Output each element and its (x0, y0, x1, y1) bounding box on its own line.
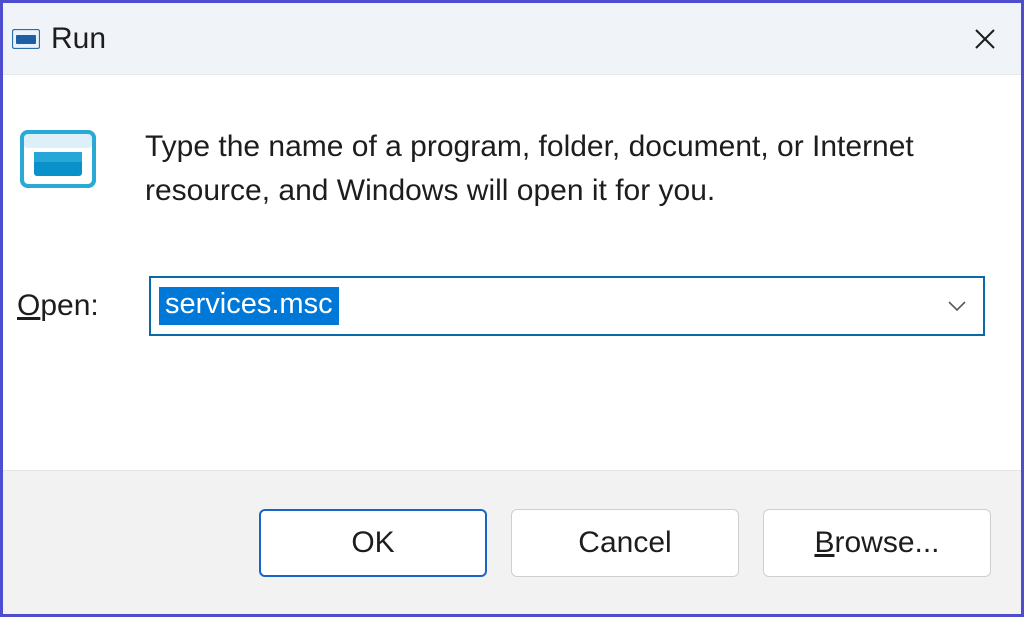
open-input-value[interactable]: services.msc (159, 287, 339, 325)
run-dialog: Run Type the name of a program, folder, … (0, 0, 1024, 617)
open-label: Open: (15, 289, 149, 323)
run-icon-small (11, 28, 41, 50)
ok-button-label: OK (351, 526, 394, 560)
open-row: Open: services.msc (15, 276, 985, 336)
description-row: Type the name of a program, folder, docu… (15, 125, 985, 212)
button-bar: OK Cancel Browse... (3, 470, 1021, 614)
browse-button[interactable]: Browse... (763, 509, 991, 577)
cancel-button[interactable]: Cancel (511, 509, 739, 577)
window-title: Run (51, 22, 961, 56)
ok-button[interactable]: OK (259, 509, 487, 577)
content-area: Type the name of a program, folder, docu… (3, 75, 1021, 470)
browse-button-label: Browse... (814, 526, 939, 560)
chevron-down-icon[interactable] (943, 292, 971, 320)
run-icon-large (19, 127, 97, 191)
close-icon (974, 28, 996, 50)
open-combobox[interactable]: services.msc (149, 276, 985, 336)
description-text: Type the name of a program, folder, docu… (145, 125, 985, 212)
titlebar: Run (3, 3, 1021, 75)
cancel-button-label: Cancel (578, 526, 671, 560)
close-button[interactable] (961, 15, 1009, 63)
